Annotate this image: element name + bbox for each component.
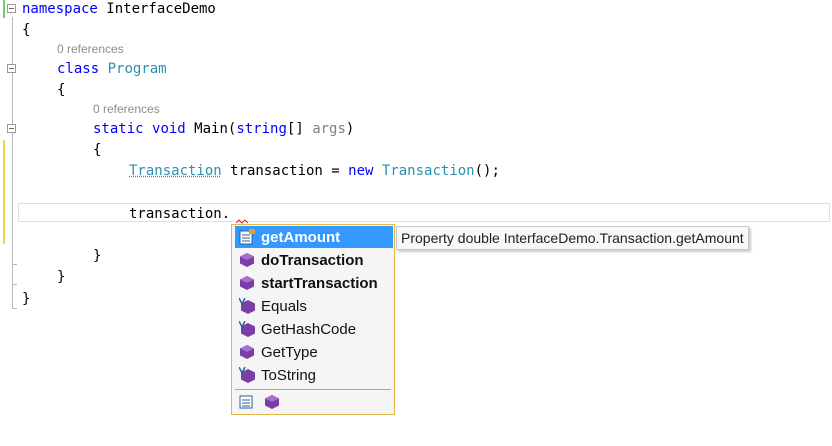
extension-method-icon: [238, 366, 256, 384]
completion-item[interactable]: doTransaction: [235, 249, 393, 271]
property-filter-icon[interactable]: [237, 393, 255, 411]
keyword: new: [348, 163, 374, 179]
completion-item[interactable]: GetType: [235, 341, 393, 363]
completion-label: Equals: [261, 297, 307, 315]
divider: [235, 389, 391, 390]
completion-label: startTransaction: [261, 274, 378, 292]
keyword: void: [152, 121, 186, 137]
collapse-namespace-button[interactable]: [7, 4, 16, 13]
namespace-name: InterfaceDemo: [97, 1, 216, 17]
code-text: transaction =: [221, 163, 349, 179]
keyword: namespace: [22, 1, 98, 17]
completion-label: GetHashCode: [261, 320, 357, 338]
collapse-class-button[interactable]: [7, 64, 16, 73]
completion-label: doTransaction: [261, 251, 364, 269]
method-filter-icon[interactable]: [263, 393, 281, 411]
method-name: Main(: [194, 121, 237, 137]
outline-guide: [12, 284, 17, 285]
code-line-main[interactable]: static void Main(string[] args): [93, 120, 354, 138]
keyword: string: [236, 121, 287, 137]
outline-guide: [12, 264, 17, 265]
outline-guide: [12, 76, 13, 284]
method-icon: [238, 274, 256, 292]
code-line-brace[interactable]: }: [22, 290, 30, 308]
code-text: ();: [474, 163, 500, 179]
completion-item[interactable]: GetHashCode: [235, 318, 393, 340]
code-line-namespace[interactable]: namespace InterfaceDemo: [22, 0, 216, 18]
method-icon: [238, 251, 256, 269]
type-name: Program: [107, 61, 167, 77]
completion-label: getAmount: [261, 228, 341, 246]
code-line-class[interactable]: class Program: [57, 60, 167, 78]
completion-label: GetType: [261, 343, 318, 361]
extension-method-icon: [238, 297, 256, 315]
completion-item[interactable]: ToString: [235, 364, 393, 386]
outline-guide: [12, 308, 17, 309]
code-line-editing[interactable]: transaction.: [129, 205, 230, 223]
code-line-brace[interactable]: }: [93, 247, 101, 265]
completion-item[interactable]: getAmount: [235, 226, 393, 248]
completion-label: ToString: [261, 366, 317, 384]
method-icon: [238, 343, 256, 361]
codelens-references[interactable]: 0 references: [93, 102, 160, 116]
parameter-name: args: [312, 121, 346, 137]
keyword: class: [57, 61, 100, 77]
property-icon: [238, 228, 256, 246]
collapse-method-button[interactable]: [7, 124, 16, 133]
code-line-brace[interactable]: }: [57, 268, 65, 286]
codelens-references[interactable]: 0 references: [57, 42, 124, 56]
extension-method-icon: [238, 320, 256, 338]
intellisense-popup[interactable]: getAmount doTransaction startTransaction…: [231, 224, 395, 415]
code-line-brace[interactable]: {: [93, 141, 101, 159]
completion-item[interactable]: Equals: [235, 295, 393, 317]
keyword: static: [93, 121, 144, 137]
code-line-brace[interactable]: {: [22, 21, 30, 39]
type-name: Transaction: [381, 163, 475, 179]
code-line-brace[interactable]: {: [57, 81, 65, 99]
code-text: []: [286, 121, 313, 137]
change-bar: [3, 140, 5, 244]
code-line-declaration[interactable]: Transaction transaction = new Transactio…: [129, 162, 500, 180]
code-text: ): [345, 121, 355, 137]
quick-info-tooltip: Property double InterfaceDemo.Transactio…: [396, 226, 749, 250]
type-name: Transaction: [129, 163, 222, 179]
completion-item[interactable]: startTransaction: [235, 272, 393, 294]
change-bar: [3, 0, 5, 18]
